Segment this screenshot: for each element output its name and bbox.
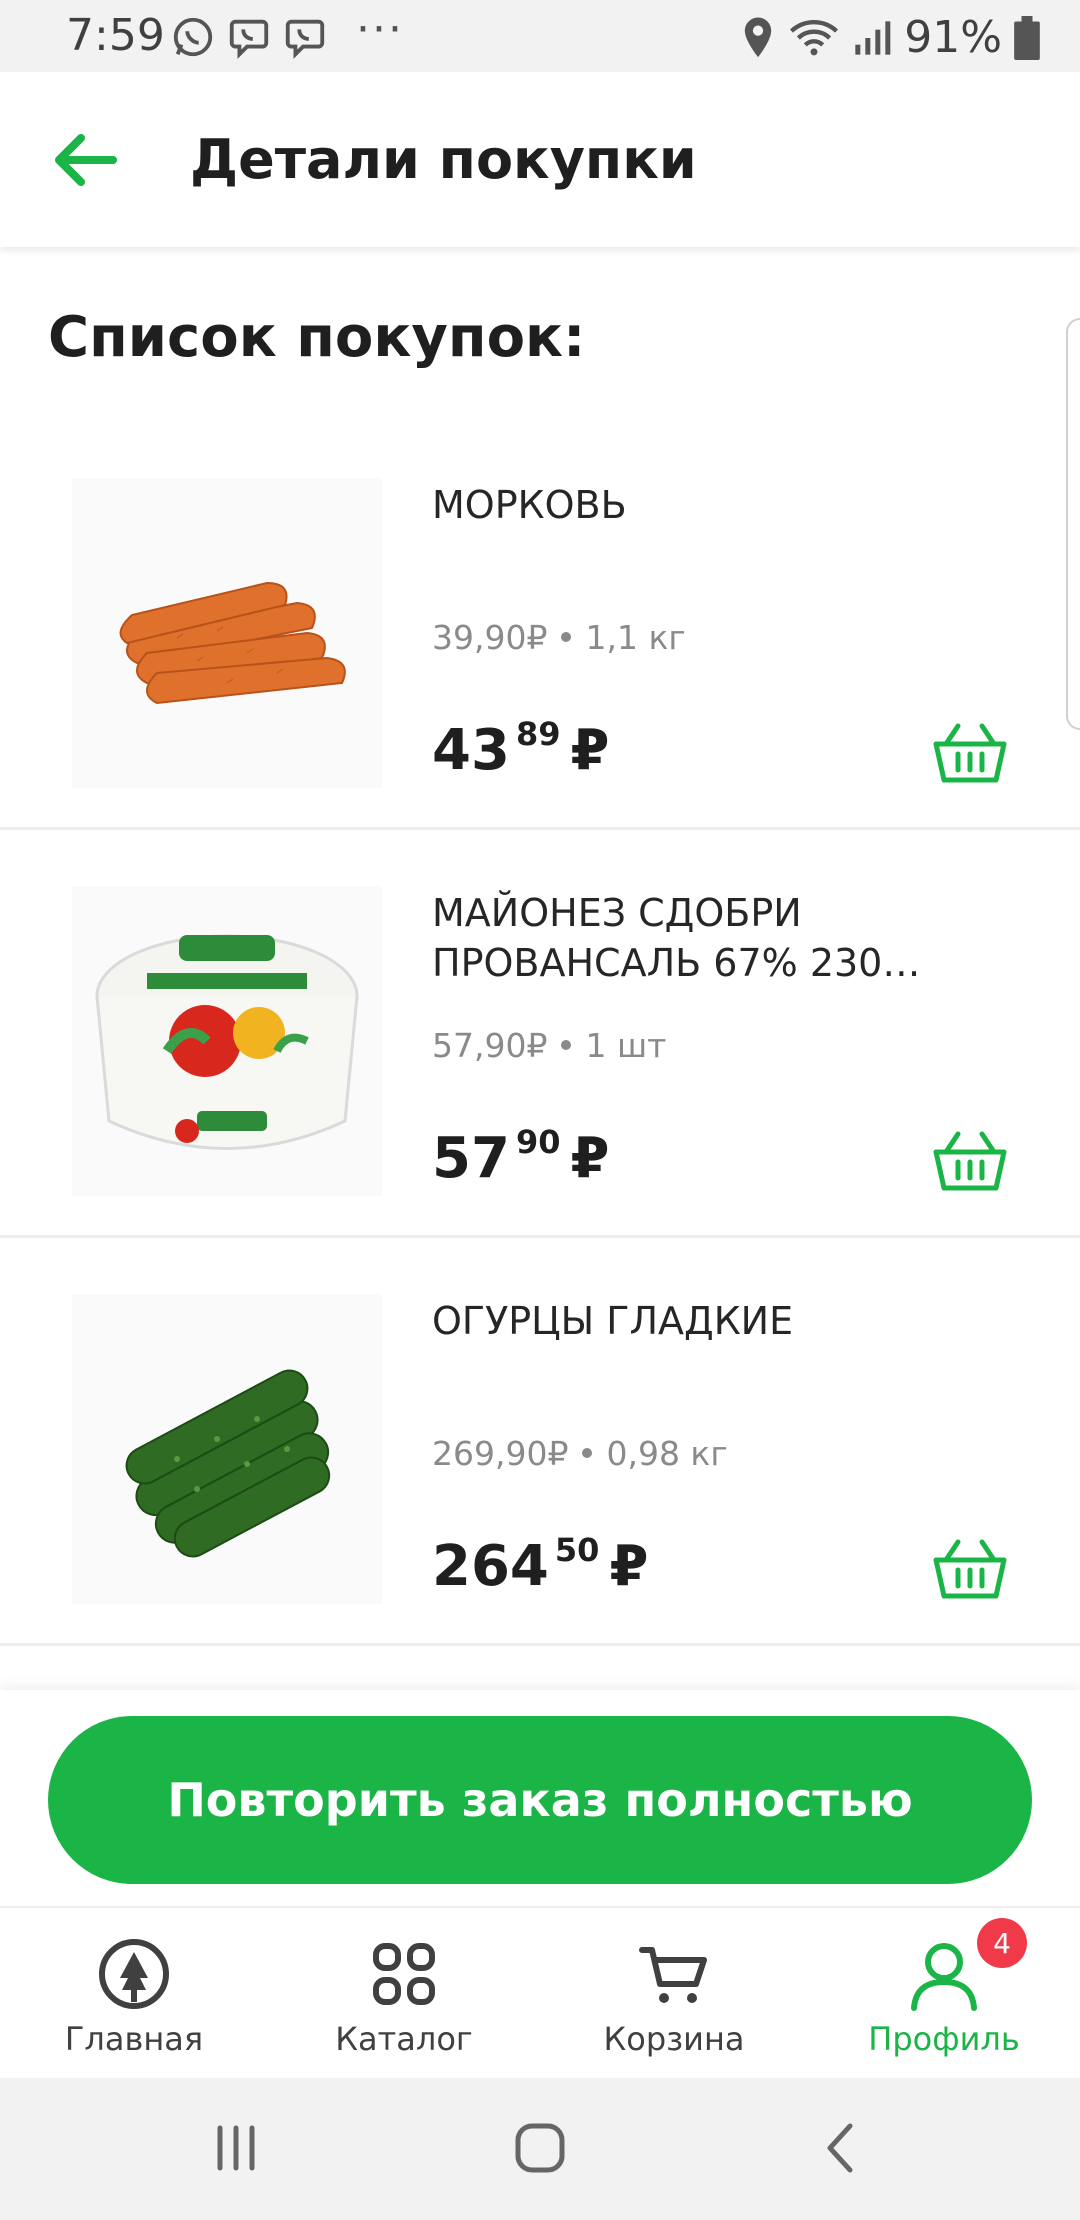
product-price: 57 90 ₽ bbox=[432, 1123, 610, 1191]
currency: ₽ bbox=[570, 718, 610, 783]
product-meta: 269,90₽ 0,98 кг bbox=[432, 1434, 728, 1473]
status-right: 91% bbox=[740, 12, 1040, 63]
nav-label: Профиль bbox=[868, 2020, 1020, 2058]
currency: ₽ bbox=[609, 1534, 649, 1599]
list-item[interactable]: МАЙОНЕЗ СДОБРИ ПРОВАНСАЛЬ 67% 230… 57,90… bbox=[0, 830, 1080, 1238]
nav-label: Корзина bbox=[603, 2020, 745, 2058]
more-dots-icon: ··· bbox=[356, 4, 404, 55]
location-icon bbox=[745, 16, 772, 57]
carrots-image bbox=[119, 581, 346, 705]
page-title: Детали покупки bbox=[190, 128, 697, 191]
quantity: 1,1 кг bbox=[585, 618, 686, 657]
nav-profile[interactable]: 4 Профиль bbox=[834, 1918, 1054, 2068]
quantity: 1 шт bbox=[585, 1026, 667, 1065]
whatsapp-icon bbox=[173, 17, 213, 57]
catalog-grid-icon bbox=[373, 1943, 435, 2005]
price-kopecks: 90 bbox=[515, 1123, 561, 1161]
mayonnaise-image bbox=[95, 934, 359, 1150]
list-item[interactable]: МОРКОВЬ 39,90₽ 1,1 кг 43 89 ₽ bbox=[0, 422, 1080, 830]
product-price: 264 50 ₽ bbox=[432, 1531, 649, 1599]
product-image-cucumbers bbox=[72, 1294, 382, 1604]
status-time: 7:59 bbox=[66, 10, 165, 61]
battery-percent: 91% bbox=[904, 12, 1002, 63]
product-price: 43 89 ₽ bbox=[432, 715, 610, 783]
currency: ₽ bbox=[570, 1126, 610, 1191]
add-to-basket-icon[interactable] bbox=[932, 1130, 1008, 1194]
nav-cart[interactable]: Корзина bbox=[564, 1928, 784, 2068]
arrow-left-icon bbox=[55, 134, 117, 186]
nav-catalog[interactable]: Каталог bbox=[294, 1928, 514, 2068]
product-meta: 57,90₽ 1 шт bbox=[432, 1026, 666, 1065]
app-bar: Детали покупки bbox=[0, 72, 1080, 247]
product-image-carrots bbox=[72, 478, 382, 788]
nav-label: Главная bbox=[64, 2020, 204, 2058]
product-image-mayonnaise bbox=[72, 886, 382, 1196]
add-to-basket-icon[interactable] bbox=[932, 1538, 1008, 1602]
list-item[interactable]: ОГУРЦЫ ГЛАДКИЕ 269,90₽ 0,98 кг 264 50 ₽ bbox=[0, 1238, 1080, 1646]
viber-icon bbox=[285, 19, 325, 59]
product-name: ОГУРЦЫ ГЛАДКИЕ bbox=[432, 1299, 794, 1343]
cart-icon bbox=[639, 1947, 707, 2003]
cucumbers-image bbox=[125, 1369, 331, 1558]
price-kopecks: 89 bbox=[515, 715, 561, 753]
viber-icon bbox=[229, 19, 269, 59]
wifi-icon bbox=[790, 19, 839, 55]
separator-dot bbox=[561, 631, 572, 642]
home-icon[interactable] bbox=[510, 2118, 570, 2178]
price-rubles: 43 bbox=[432, 718, 510, 783]
profile-icon bbox=[911, 1943, 977, 2011]
back-button[interactable] bbox=[44, 120, 124, 200]
notification-badge: 4 bbox=[977, 1918, 1027, 1968]
product-meta: 39,90₽ 1,1 кг bbox=[432, 618, 686, 657]
bottom-navigation: Главная Каталог Корзина 4 Профиль bbox=[0, 1906, 1080, 2078]
recent-apps-icon[interactable] bbox=[206, 2118, 266, 2178]
battery-icon bbox=[1014, 15, 1040, 60]
system-navigation bbox=[0, 2078, 1080, 2220]
price-kopecks: 50 bbox=[554, 1531, 600, 1569]
notification-icons bbox=[170, 14, 328, 60]
product-name: МОРКОВЬ bbox=[432, 483, 627, 527]
price-rubles: 57 bbox=[432, 1126, 510, 1191]
unit-price: 57,90₽ bbox=[432, 1026, 548, 1065]
separator-dot bbox=[582, 1447, 593, 1458]
signal-icon bbox=[855, 20, 891, 55]
home-logo-icon bbox=[99, 1939, 169, 2009]
back-icon[interactable] bbox=[812, 2118, 872, 2178]
repeat-order-button[interactable]: Повторить заказ полностью bbox=[48, 1716, 1032, 1884]
unit-price: 269,90₽ bbox=[432, 1434, 569, 1473]
nav-label: Каталог bbox=[335, 2020, 473, 2058]
nav-home[interactable]: Главная bbox=[24, 1928, 244, 2068]
unit-price: 39,90₽ bbox=[432, 618, 548, 657]
status-bar: 7:59 ··· 91% bbox=[0, 0, 1080, 72]
price-rubles: 264 bbox=[432, 1534, 549, 1599]
add-to-basket-icon[interactable] bbox=[932, 722, 1008, 786]
shopping-list-title: Список покупок: bbox=[48, 305, 586, 370]
quantity: 0,98 кг bbox=[606, 1434, 728, 1473]
repeat-order-area: Повторить заказ полностью bbox=[0, 1690, 1080, 1906]
separator-dot bbox=[561, 1039, 572, 1050]
product-name: МАЙОНЕЗ СДОБРИ ПРОВАНСАЛЬ 67% 230… bbox=[432, 891, 921, 985]
